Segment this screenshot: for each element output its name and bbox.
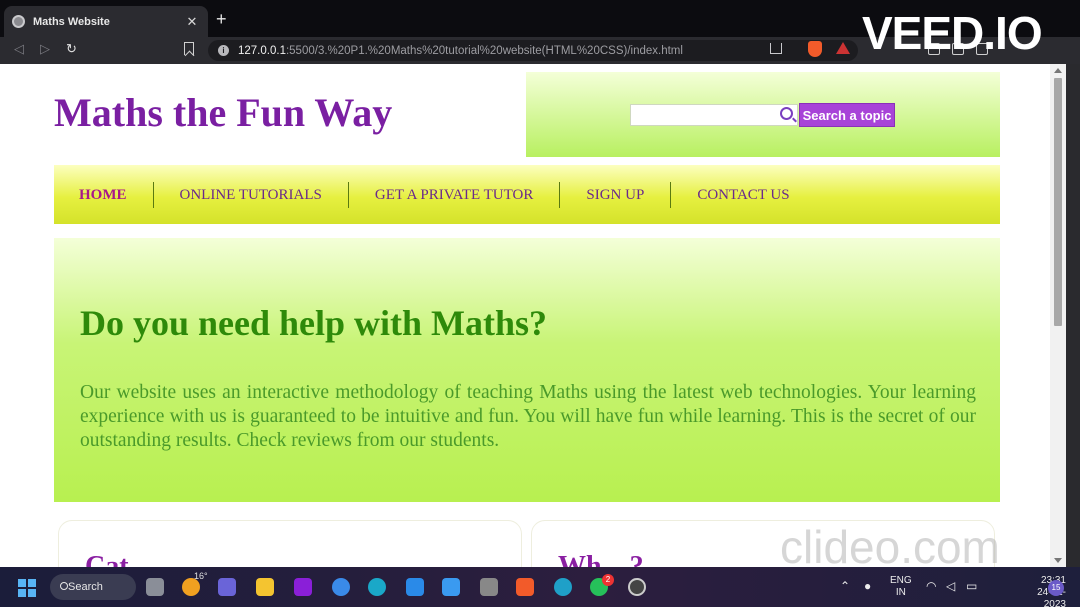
weather-temp: 16°	[194, 571, 208, 581]
page-viewport: Maths the Fun Way Search a topic HOME ON…	[0, 64, 1066, 567]
nav-private-tutor[interactable]: GET A PRIVATE TUTOR	[349, 181, 561, 208]
battery-icon[interactable]: ▭	[966, 579, 977, 593]
hero-text: Our website uses an interactive methodol…	[80, 382, 976, 451]
scroll-thumb[interactable]	[1054, 78, 1062, 326]
obs-icon[interactable]	[628, 578, 646, 596]
file-explorer-icon[interactable]	[256, 578, 274, 596]
app-icon[interactable]	[332, 578, 350, 596]
back-button[interactable]: ◁	[14, 41, 24, 57]
brave-rewards-icon[interactable]	[836, 42, 850, 54]
address-bar[interactable]: i 127.0.0.1:5500/3.%20P1.%20Maths%20tuto…	[208, 40, 858, 61]
search-icon	[780, 107, 793, 120]
scroll-down-arrow[interactable]	[1054, 558, 1062, 563]
wifi-icon[interactable]: ◠	[926, 579, 936, 593]
main-nav: HOME ONLINE TUTORIALS GET A PRIVATE TUTO…	[54, 165, 1000, 224]
whatsapp-badge: 2	[602, 574, 614, 586]
forward-button[interactable]: ▷	[40, 41, 50, 57]
card-title: Cat...	[85, 551, 150, 567]
vscode-icon[interactable]	[406, 578, 424, 596]
edge-icon[interactable]	[554, 578, 572, 596]
chevron-up-icon[interactable]: ⌃	[840, 579, 850, 593]
site-title: Maths the Fun Way	[54, 90, 393, 135]
search-topic-button[interactable]: Search a topic	[799, 103, 895, 127]
nav-sign-up[interactable]: SIGN UP	[560, 181, 672, 208]
taskbar-search[interactable]: Search	[50, 574, 136, 600]
jetbrains-icon[interactable]	[294, 578, 312, 596]
nav-online-tutorials[interactable]: ONLINE TUTORIALS	[154, 181, 349, 208]
canva-icon[interactable]	[368, 578, 386, 596]
hero-title: Do you need help with Maths?	[80, 303, 548, 343]
nav-home[interactable]: HOME	[54, 181, 154, 208]
bookmark-icon[interactable]	[184, 42, 194, 55]
category-card: Cat...	[58, 520, 522, 567]
notification-badge[interactable]: 15	[1048, 580, 1064, 596]
info-icon[interactable]: i	[218, 45, 229, 56]
windows-start-icon[interactable]	[18, 579, 36, 597]
new-tab-button[interactable]: +	[216, 9, 227, 30]
page-scrollbar[interactable]	[1050, 64, 1066, 567]
veed-watermark: VEED.IO	[862, 7, 1043, 59]
windows-taskbar: Search 16° 2 ⌃ ● ENG IN ◠ ◁ ▭ 23:31 24-0…	[0, 567, 1080, 607]
task-view-icon[interactable]	[146, 578, 164, 596]
close-tab-icon[interactable]: ✕	[184, 14, 200, 30]
url-host: 127.0.0.1	[238, 44, 286, 57]
app-icon[interactable]	[442, 578, 460, 596]
hero-section: Do you need help with Maths? Our website…	[54, 238, 1000, 502]
tab-title: Maths Website	[33, 15, 110, 28]
share-icon[interactable]	[770, 43, 782, 54]
reload-button[interactable]: ↻	[66, 41, 77, 57]
teams-chat-icon[interactable]	[218, 578, 236, 596]
brave-browser-icon[interactable]	[516, 578, 534, 596]
search-panel: Search a topic	[526, 72, 1000, 157]
clideo-watermark: clideo.com	[780, 521, 1000, 573]
url-path: :5500/3.%20P1.%20Maths%20tutorial%20webs…	[285, 44, 683, 57]
scroll-up-arrow[interactable]	[1054, 68, 1062, 73]
language-indicator[interactable]: ENG IN	[890, 575, 912, 599]
volume-icon[interactable]: ◁	[946, 579, 955, 593]
globe-icon	[12, 15, 25, 28]
microphone-icon[interactable]: ●	[864, 579, 871, 593]
nav-contact-us[interactable]: CONTACT US	[671, 182, 815, 208]
brave-shields-icon[interactable]	[808, 41, 822, 57]
browser-tab[interactable]: Maths Website ✕	[4, 6, 208, 37]
app-icon[interactable]	[480, 578, 498, 596]
search-input[interactable]	[630, 104, 798, 126]
card-title: Wh... ?	[558, 551, 644, 567]
background-window-edge	[1066, 64, 1080, 567]
